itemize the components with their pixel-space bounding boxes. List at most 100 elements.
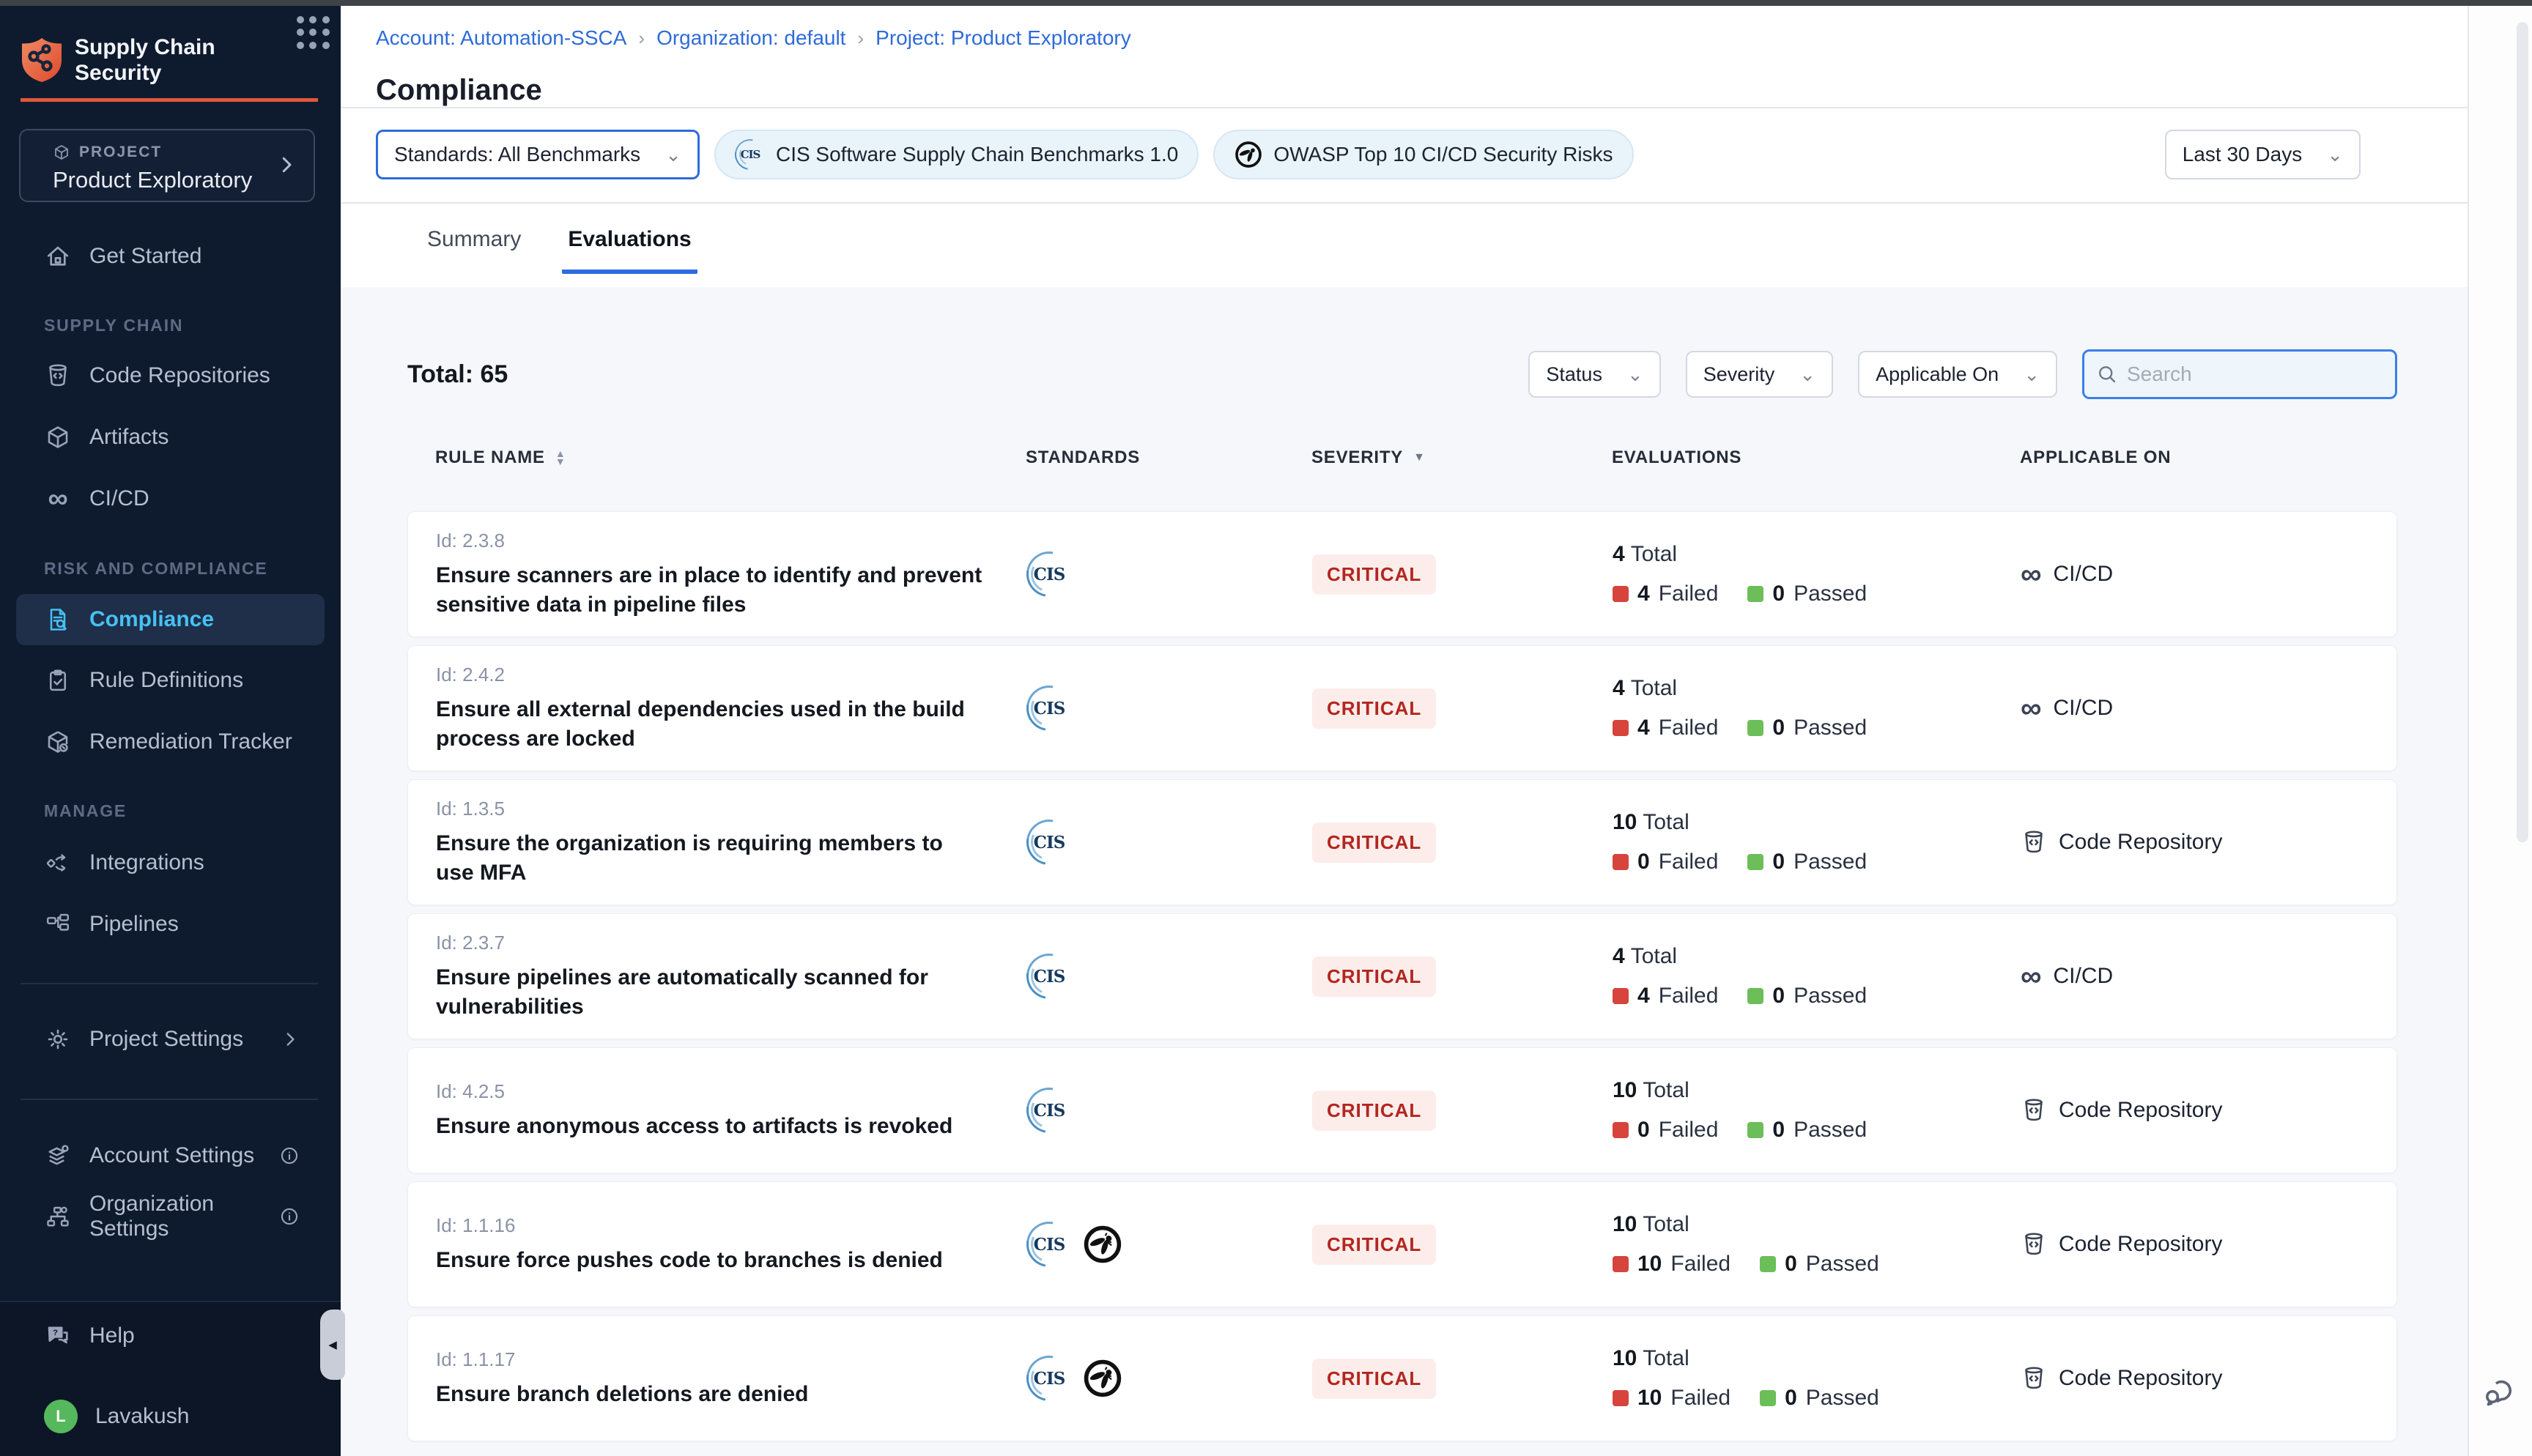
standard-badge-owasp[interactable]: OWASP Top 10 CI/CD Security Risks (1213, 130, 1633, 179)
table-row[interactable]: Id: 1.1.16 Ensure force pushes code to b… (407, 1181, 2397, 1307)
standard-badge-cis[interactable]: CIS CIS Software Supply Chain Benchmarks… (714, 130, 1199, 179)
table-row[interactable]: Id: 1.3.5 Ensure the organization is req… (407, 779, 2397, 905)
passed-swatch (1747, 720, 1763, 736)
chevron-right-icon (275, 154, 297, 176)
table-row[interactable]: Id: 4.2.5 Ensure anonymous access to art… (407, 1047, 2397, 1173)
rule-id: Id: 2.3.7 (436, 932, 982, 954)
project-label: PROJECT (79, 144, 162, 161)
sidebar-item-help[interactable]: ? Help (16, 1312, 325, 1359)
total-label: Total (1643, 1346, 1689, 1370)
sidebar-item-organization-settings[interactable]: Organization Settings (16, 1193, 325, 1240)
table-row[interactable]: Id: 2.3.7 Ensure pipelines are automatic… (407, 913, 2397, 1039)
total-value: 4 (1613, 944, 1625, 968)
sidebar-item-cicd[interactable]: ∞ CI/CD (16, 475, 325, 522)
cis-standard-icon: CIS (1026, 820, 1072, 865)
sidebar-item-pipelines[interactable]: Pipelines (16, 901, 325, 948)
table-row[interactable]: Id: 1.1.17 Ensure branch deletions are d… (407, 1315, 2397, 1441)
table-row[interactable]: Id: 2.4.2 Ensure all external dependenci… (407, 645, 2397, 771)
app-logo[interactable]: Supply Chain Security (21, 34, 326, 86)
sidebar-section-manage: MANAGE (44, 801, 127, 821)
total-value: 4 (1613, 676, 1625, 700)
rule-cell: Id: 2.3.8 Ensure scanners are in place t… (436, 530, 1026, 620)
sidebar-collapse-handle[interactable]: ◀ (320, 1310, 345, 1380)
sidebar-item-code-repositories[interactable]: Code Repositories (16, 352, 325, 399)
sidebar-item-remediation-tracker[interactable]: Remediation Tracker (16, 718, 325, 765)
passed-count: 0 Passed (1747, 984, 1867, 1009)
user-menu[interactable]: L Lavakush (16, 1393, 325, 1440)
sidebar-item-account-settings[interactable]: Account Settings (16, 1132, 325, 1179)
total-value: 10 (1613, 810, 1637, 834)
standards-cell: CIS (1026, 820, 1312, 865)
severity-badge: CRITICAL (1312, 688, 1436, 729)
sidebar: Supply Chain Security PROJECT Product Ex… (0, 6, 341, 1456)
severity-filter-select[interactable]: Severity⌄ (1686, 351, 1833, 398)
scrollbar-thumb[interactable] (2517, 22, 2528, 842)
sidebar-item-artifacts[interactable]: Artifacts (16, 414, 325, 461)
code-repository-icon (2021, 1097, 2047, 1123)
shield-logo-icon (21, 37, 63, 83)
sidebar-item-label: Artifacts (89, 425, 169, 450)
passed-count: 0 Passed (1747, 850, 1867, 874)
failed-swatch (1613, 1256, 1629, 1272)
column-header-severity[interactable]: SEVERITY ▼ (1311, 447, 1612, 468)
sidebar-footer: ? Help L Lavakush (0, 1301, 341, 1456)
failed-count: 4 Failed (1613, 716, 1718, 740)
tab-summary[interactable]: Summary (421, 204, 527, 274)
cis-standard-icon: CIS (1026, 1088, 1072, 1133)
total-value: 10 (1613, 1078, 1637, 1102)
severity-badge: CRITICAL (1312, 1359, 1436, 1399)
table-row[interactable]: Id: 2.3.8 Ensure scanners are in place t… (407, 511, 2397, 637)
rule-cell: Id: 2.3.7 Ensure pipelines are automatic… (436, 932, 1026, 1022)
app-switcher-icon[interactable] (297, 16, 330, 50)
project-name: Product Exploratory (53, 167, 252, 193)
status-filter-select[interactable]: Status⌄ (1528, 351, 1660, 398)
sidebar-item-project-settings[interactable]: Project Settings (16, 1016, 325, 1063)
severity-badge: CRITICAL (1312, 554, 1436, 595)
tab-evaluations[interactable]: Evaluations (562, 204, 697, 274)
passed-count: 0 Passed (1747, 716, 1867, 740)
search-box[interactable] (2082, 349, 2397, 399)
standards-cell: CIS (1026, 551, 1312, 597)
page-title: Compliance (376, 74, 542, 107)
cicd-icon: ∞ (2021, 969, 2042, 984)
sidebar-item-compliance[interactable]: Compliance (16, 594, 325, 645)
sidebar-item-integrations[interactable]: Integrations (16, 839, 325, 886)
sidebar-item-rule-definitions[interactable]: Rule Definitions (16, 657, 325, 704)
applicable-on-label: CI/CD (2054, 696, 2114, 721)
applicable-on-filter-select[interactable]: Applicable On⌄ (1858, 351, 2057, 398)
search-input[interactable] (2125, 362, 2383, 387)
failed-swatch (1613, 586, 1629, 602)
project-selector[interactable]: PROJECT Product Exploratory (19, 129, 315, 202)
passed-count: 0 Passed (1760, 1252, 1879, 1277)
info-icon[interactable] (279, 1145, 300, 1166)
severity-cell: CRITICAL (1312, 1225, 1613, 1265)
chevron-down-icon: ⌄ (1799, 365, 1815, 384)
breadcrumb-separator: › (857, 27, 864, 50)
failed-swatch (1613, 988, 1629, 1004)
rule-id: Id: 4.2.5 (436, 1080, 982, 1103)
avatar: L (44, 1400, 78, 1433)
sidebar-item-label: Rule Definitions (89, 668, 243, 693)
sidebar-item-get-started[interactable]: Get Started (16, 233, 325, 280)
breadcrumb-project-link[interactable]: Project: Product Exploratory (876, 26, 1131, 50)
time-range-select[interactable]: Last 30 Days ⌄ (2165, 130, 2361, 179)
column-header-rule-name[interactable]: RULE NAME ▲▼ (435, 447, 1026, 468)
cis-standard-icon: CIS (1026, 551, 1072, 597)
applicable-on-cell: Code Repository (2021, 829, 2396, 855)
info-icon[interactable] (279, 1206, 300, 1227)
sidebar-item-label: CI/CD (89, 486, 149, 511)
applicable-on-cell: Code Repository (2021, 1231, 2396, 1258)
support-chat-icon[interactable] (2482, 1375, 2517, 1411)
breadcrumb-account-link[interactable]: Account: Automation-SSCA (376, 26, 626, 50)
standards-select[interactable]: Standards: All Benchmarks ⌄ (376, 130, 700, 179)
column-header-evaluations: EVALUATIONS (1612, 447, 2020, 468)
code-repository-icon (44, 362, 72, 390)
breadcrumb-organization-link[interactable]: Organization: default (656, 26, 845, 50)
tabs: Summary Evaluations (341, 204, 2468, 287)
standards-cell: CIS (1026, 686, 1312, 731)
evaluations-cell: 4Total 4 Failed 0 Passed (1613, 676, 2021, 740)
artifacts-cube-icon (44, 423, 72, 451)
standards-filter-bar: Standards: All Benchmarks ⌄ CIS CIS Soft… (341, 107, 2468, 204)
evaluations-cell: 10Total 10 Failed 0 Passed (1613, 1212, 2021, 1277)
failed-count: 0 Failed (1613, 1118, 1718, 1143)
